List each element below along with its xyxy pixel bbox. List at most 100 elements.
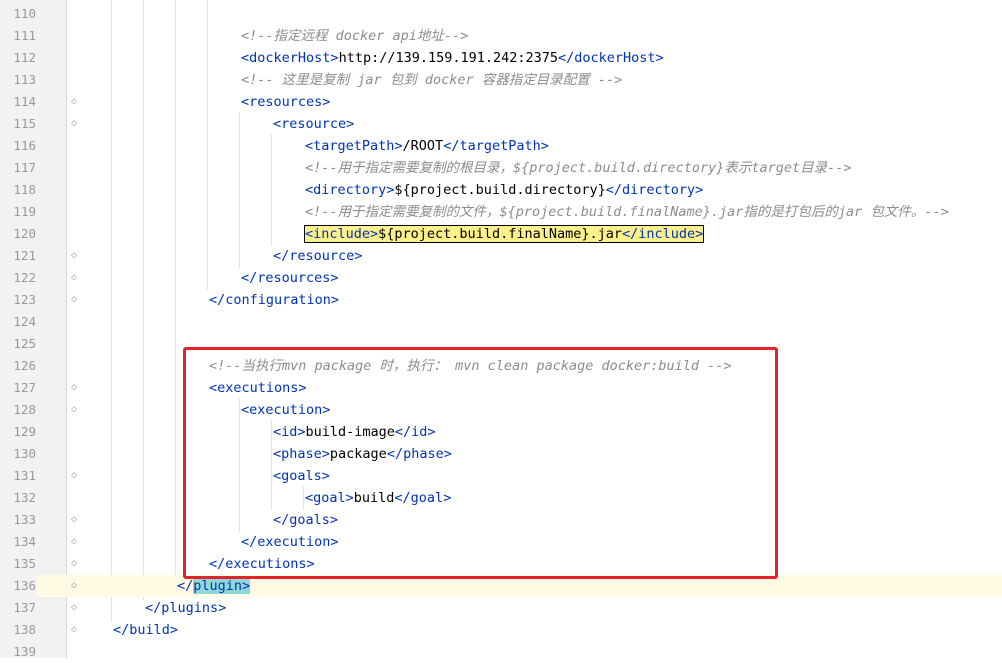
code-line[interactable]: 119 <!--用于指定需要复制的文件，${project.build.final…	[0, 201, 1002, 223]
xml-tag: </plugin>	[177, 578, 251, 594]
code-line[interactable]: 116 <targetPath>/ROOT</targetPath>	[0, 135, 1002, 157]
fold-marker-icon[interactable]: ◇	[69, 471, 79, 481]
xml-value: ${project.build.directory}	[394, 182, 606, 198]
fold-marker-icon[interactable]: ◇	[69, 625, 79, 635]
code-line[interactable]: 115 ◇ <resource>	[0, 113, 1002, 135]
code-text[interactable]: <directory>${project.build.directory}</d…	[305, 179, 703, 201]
code-line[interactable]: 131 ◇ <goals>	[0, 465, 1002, 487]
code-line[interactable]: 128 ◇ <execution>	[0, 399, 1002, 421]
code-line[interactable]: 121 ◇ </resource>	[0, 245, 1002, 267]
code-line[interactable]: 129 <id>build-image</id>	[0, 421, 1002, 443]
code-line[interactable]: 112 <dockerHost>http://139.159.191.242:23…	[0, 47, 1002, 69]
code-line[interactable]: 126 <!--当执行mvn package 时，执行： mvn clean pa…	[0, 355, 1002, 377]
xml-tag: <execution>	[241, 402, 331, 418]
code-line[interactable]: 118 <directory>${project.build.directory}…	[0, 179, 1002, 201]
code-line[interactable]: 120 <include>${project.build.finalName}.j…	[0, 223, 1002, 245]
xml-tag: </executions>	[209, 556, 315, 572]
xml-tag: <resources>	[241, 94, 331, 110]
code-text[interactable]: <goals>	[273, 465, 330, 487]
code-text[interactable]: </plugin>	[177, 575, 251, 597]
code-line[interactable]: 136 ◇ </plugin>	[0, 575, 1002, 597]
code-line[interactable]: 113 <!-- 这里是复制 jar 包到 docker 容器指定目录配置 -->	[0, 69, 1002, 91]
code-text[interactable]: <include>${project.build.finalName}.jar<…	[303, 223, 705, 245]
code-line[interactable]: 125	[0, 333, 1002, 355]
code-text[interactable]: <!--用于指定需要复制的文件，${project.build.finalNam…	[305, 201, 949, 223]
code-text[interactable]: <targetPath>/ROOT</targetPath>	[305, 135, 549, 157]
line-number: 110	[13, 6, 36, 21]
xml-comment: <!--用于指定需要复制的文件，${project.build.finalNam…	[305, 204, 949, 220]
code-line[interactable]: 130 <phase>package</phase>	[0, 443, 1002, 465]
fold-marker-icon[interactable]: ◇	[69, 383, 79, 393]
xml-comment: <!--当执行mvn package 时，执行： mvn clean packa…	[209, 358, 732, 374]
code-line[interactable]: 122 ◇ </resources>	[0, 267, 1002, 289]
code-text[interactable]: </goals>	[273, 509, 338, 531]
code-line[interactable]: 139	[0, 641, 1002, 663]
fold-marker-icon[interactable]: ◇	[69, 537, 79, 547]
code-text[interactable]: <dockerHost>http://139.159.191.242:2375<…	[241, 47, 664, 69]
fold-marker-icon[interactable]: ◇	[69, 515, 79, 525]
code-text[interactable]: <execution>	[241, 399, 330, 421]
code-line[interactable]: 134 ◇ </execution>	[0, 531, 1002, 553]
xml-tag: >	[655, 50, 664, 66]
code-text[interactable]: <phase>package</phase>	[273, 443, 452, 465]
fold-marker-icon[interactable]: ◇	[69, 119, 79, 129]
line-number: 113	[13, 72, 36, 87]
code-text[interactable]: <id>build-image</id>	[273, 421, 436, 443]
line-number: 126	[13, 358, 36, 373]
xml-tag: </targetPath>	[443, 138, 549, 154]
line-number: 125	[13, 336, 36, 351]
line-number: 124	[13, 314, 36, 329]
code-text[interactable]: </resource>	[273, 245, 362, 267]
xml-tag: <	[241, 50, 250, 66]
code-line[interactable]: 133 ◇ </goals>	[0, 509, 1002, 531]
code-line[interactable]: 114 ◇ <resources>	[0, 91, 1002, 113]
line-number: 123	[13, 292, 36, 307]
line-number: 111	[13, 28, 36, 43]
fold-marker-icon[interactable]: ◇	[69, 581, 79, 591]
line-number: 115	[13, 116, 36, 131]
code-text[interactable]: </configuration>	[209, 289, 339, 311]
fold-marker-icon[interactable]: ◇	[69, 251, 79, 261]
xml-tag: dockerHost	[574, 50, 656, 66]
code-line[interactable]: 138 ◇ </build>	[0, 619, 1002, 641]
line-number: 116	[13, 138, 36, 153]
line-number: 132	[13, 490, 36, 505]
code-line[interactable]: 123 ◇ </configuration>	[0, 289, 1002, 311]
xml-tag: <phase>	[273, 446, 330, 462]
code-text[interactable]: <goal>build</goal>	[305, 487, 451, 509]
line-number: 119	[13, 204, 36, 219]
code-text[interactable]: </build>	[113, 619, 178, 641]
code-line[interactable]: 110	[0, 3, 1002, 25]
xml-value: http://139.159.191.242:2375	[338, 50, 559, 66]
code-text[interactable]: <resources>	[241, 91, 330, 113]
code-text[interactable]: </resources>	[241, 267, 339, 289]
code-line[interactable]: 132 <goal>build</goal>	[0, 487, 1002, 509]
fold-marker-icon[interactable]: ◇	[69, 559, 79, 569]
code-line[interactable]: 135 ◇ </executions>	[0, 553, 1002, 575]
code-line[interactable]: 124	[0, 311, 1002, 333]
code-text[interactable]: <!--用于指定需要复制的根目录，${project.build.directo…	[305, 157, 851, 179]
code-text[interactable]: <!-- 这里是复制 jar 包到 docker 容器指定目录配置 -->	[241, 69, 622, 91]
xml-value: package	[329, 446, 387, 462]
code-text[interactable]: </executions>	[209, 553, 315, 575]
line-number: 114	[13, 94, 36, 109]
code-line[interactable]: 137 ◇ </plugins>	[0, 597, 1002, 619]
code-text[interactable]: <!--当执行mvn package 时，执行： mvn clean packa…	[209, 355, 732, 377]
line-number: 120	[13, 226, 36, 241]
code-text[interactable]: <!--指定远程 docker api地址-->	[241, 25, 468, 47]
code-line[interactable]: 111 <!--指定远程 docker api地址-->	[0, 25, 1002, 47]
code-text[interactable]: <resource>	[273, 113, 354, 135]
code-text[interactable]: </plugins>	[145, 597, 226, 619]
fold-marker-icon[interactable]: ◇	[69, 603, 79, 613]
code-editor[interactable]: 110 111 <!--指定远程 docker api地址--> 112 <docker…	[0, 0, 1002, 659]
code-line[interactable]: 127 ◇ <executions>	[0, 377, 1002, 399]
fold-marker-icon[interactable]: ◇	[69, 295, 79, 305]
fold-marker-icon[interactable]: ◇	[69, 405, 79, 415]
fold-marker-icon[interactable]: ◇	[69, 273, 79, 283]
line-number: 117	[13, 160, 36, 175]
code-line[interactable]: 117 <!--用于指定需要复制的根目录，${project.build.dire…	[0, 157, 1002, 179]
code-text[interactable]: </execution>	[241, 531, 339, 553]
xml-tag: <targetPath>	[305, 138, 403, 154]
fold-marker-icon[interactable]: ◇	[69, 97, 79, 107]
code-text[interactable]: <executions>	[209, 377, 307, 399]
